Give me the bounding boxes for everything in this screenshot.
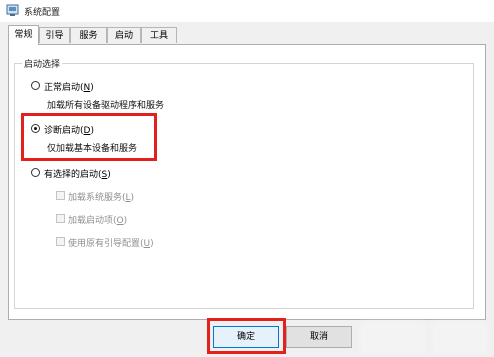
tab-boot[interactable]: 引导 bbox=[39, 27, 70, 43]
accel-key: S bbox=[101, 170, 108, 180]
tab-startup[interactable]: 启动 bbox=[107, 27, 141, 43]
cancel-button[interactable]: 取消 bbox=[286, 326, 352, 348]
accel-key: U bbox=[143, 239, 151, 249]
checkbox-load-system-services[interactable] bbox=[56, 191, 65, 200]
tab-general[interactable]: 常规 bbox=[8, 25, 39, 45]
label-load-system-services: 加载系统服务(L) bbox=[68, 193, 135, 203]
option-normal-description: 加载所有设备驱动程序和服务 bbox=[47, 101, 165, 111]
option-normal-label: 正常启动 bbox=[44, 83, 81, 93]
label-use-original-boot-config: 使用原有引导配置(U) bbox=[68, 239, 154, 249]
tab-services[interactable]: 服务 bbox=[70, 27, 107, 43]
title-bar: 系统配置 bbox=[0, 0, 494, 22]
accel-key: L bbox=[125, 193, 131, 203]
label-load-startup-items: 加载启动项(O) bbox=[68, 216, 128, 226]
tab-tools[interactable]: 工具 bbox=[141, 27, 177, 43]
accel-key: O bbox=[116, 216, 124, 226]
highlight-diagnostic-startup bbox=[21, 113, 157, 161]
option-normal-startup[interactable]: 正常启动(N) bbox=[44, 80, 94, 93]
option-selective-label: 有选择的启动 bbox=[44, 170, 99, 180]
obscured-button bbox=[360, 322, 426, 354]
checkbox-load-startup-items[interactable] bbox=[56, 214, 65, 223]
highlight-ok-button bbox=[207, 318, 286, 354]
system-config-icon bbox=[6, 4, 19, 16]
obscured-button bbox=[432, 322, 488, 354]
sub-option-label: 加载系统服务 bbox=[68, 193, 123, 203]
group-legend: 启动选择 bbox=[22, 57, 63, 70]
option-selective-startup[interactable]: 有选择的启动(S) bbox=[44, 167, 111, 180]
sub-option-label: 使用原有引导配置 bbox=[68, 239, 141, 249]
sub-option-label: 加载启动项 bbox=[68, 216, 114, 226]
radio-normal-startup[interactable] bbox=[31, 81, 40, 90]
checkbox-use-original-boot-config[interactable] bbox=[56, 237, 65, 246]
window-title: 系统配置 bbox=[24, 8, 61, 18]
radio-selective-startup[interactable] bbox=[31, 168, 40, 177]
accel-key: N bbox=[83, 83, 91, 93]
